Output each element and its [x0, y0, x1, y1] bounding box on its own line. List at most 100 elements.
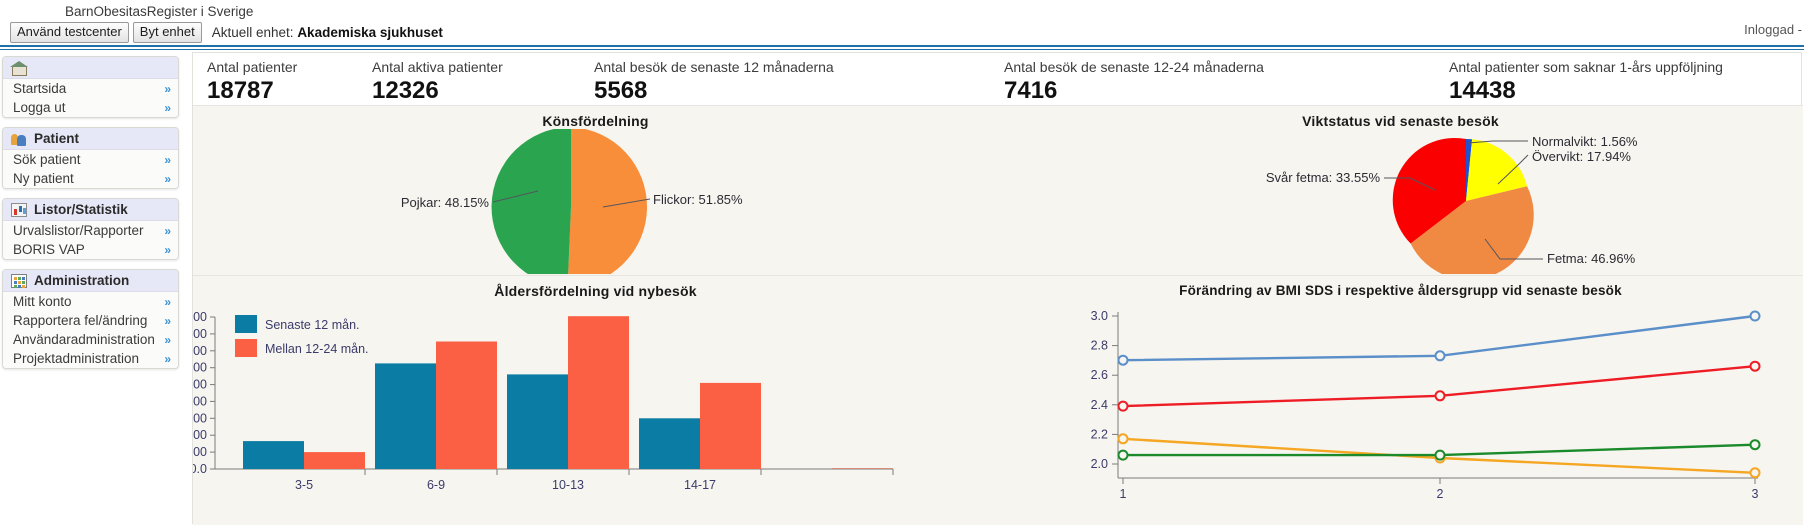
kpi-value: 18787 [207, 77, 274, 104]
pie-label-fetma: Fetma: 46.96% [1547, 251, 1636, 266]
sidebar-group-administration: Administration Mitt konto » Rapportera f… [2, 269, 179, 369]
current-unit-name: Akademiska sjukhuset [297, 25, 443, 40]
bar-ytick: 100 [193, 445, 207, 459]
age-chart-title: Åldersfördelning vid nybesök [494, 283, 697, 299]
bar-ytick: 0.0 [193, 462, 207, 476]
sidebar-item-ny-patient[interactable]: Ny patient » [3, 169, 178, 188]
sidebar-item-urvalslistor-rapporter[interactable]: Urvalslistor/Rapporter » [3, 221, 178, 240]
line-xtick: 3 [1752, 487, 1759, 501]
kpi-label: Antal besök de senaste 12 månaderna [594, 59, 834, 75]
bar-xtick: 6-9 [427, 478, 445, 492]
sidebar-item-boris-vap[interactable]: BORIS VAP » [3, 240, 178, 259]
line-xtick: 1 [1120, 487, 1127, 501]
legend-label-mellan-12-24: Mellan 12-24 mån. [265, 342, 369, 356]
chevron-right-icon: » [164, 152, 171, 167]
bmi-sds-panel: Förändring av BMI SDS i respektive ålder… [998, 275, 1803, 525]
legend-swatch-mellan-12-24 [235, 339, 257, 357]
sidebar-item-projektadministration[interactable]: Projektadministration » [3, 349, 178, 368]
sidebar-item-label: BORIS VAP [13, 242, 85, 257]
chevron-right-icon: » [164, 332, 171, 347]
sidebar-item-sok-patient[interactable]: Sök patient » [3, 150, 178, 169]
line-ytick: 2.0 [1091, 457, 1108, 471]
sidebar-item-label: Sök patient [13, 152, 81, 167]
pie-label-pojkar: Pojkar: 48.15% [401, 195, 490, 210]
kpi-label: Antal patienter [207, 59, 298, 75]
current-unit-prefix: Aktuell enhet: [211, 25, 294, 40]
sidebar-group-statistik-header: Listor/Statistik [3, 199, 178, 221]
kpi-value: 12326 [372, 77, 439, 104]
header-divider [0, 45, 1804, 50]
line-xtick: 2 [1437, 487, 1444, 501]
pie-label-overvikt-text: Övervikt: 17.94% [1532, 149, 1631, 164]
patient-icon [11, 132, 27, 146]
weight-status-panel: Viktstatus vid senaste besök Normalvikt:… [998, 105, 1803, 275]
kpi-antal-patienter: Antal patienter 18787 [193, 59, 358, 105]
bar-legend: Senaste 12 mån. Mellan 12-24 mån. [235, 315, 369, 357]
pie-label-flickor-text: Flickor: 51.85% [653, 192, 743, 207]
sidebar-item-label: Rapportera fel/ändring [13, 313, 148, 328]
sidebar-item-label: Urvalslistor/Rapporter [13, 223, 144, 238]
change-unit-button[interactable]: Byt enhet [132, 22, 202, 43]
bar-mellan-extra [832, 468, 893, 469]
line-series-blue [1117, 310, 1761, 366]
line-series-green [1117, 439, 1761, 461]
bar-mellan-3-5 [304, 452, 365, 469]
pie-label-overvikt: Övervikt: 17.94% [1532, 149, 1631, 164]
pie-slice-pojkar [491, 129, 571, 274]
sidebar-item-rapportera-fel[interactable]: Rapportera fel/ändring » [3, 311, 178, 330]
gender-distribution-panel: Könsfördelning Pojkar: 48.15% Flickor: 5… [193, 105, 998, 275]
bar-group-3-5: 3-5 [243, 441, 366, 492]
sidebar-item-anvandaradministration[interactable]: Användaradministration » [3, 330, 178, 349]
chevron-right-icon: » [164, 294, 171, 309]
current-unit: Aktuell enhet: Akademiska sjukhuset [212, 25, 443, 40]
pie-label-fetma-text: Fetma: 46.96% [1547, 251, 1636, 266]
sidebar-item-label: Mitt konto [13, 294, 72, 309]
pie-label-normalvikt: Normalvikt: 1.56% [1532, 134, 1638, 149]
sidebar-group-patient-title: Patient [34, 131, 80, 146]
sidebar-item-startsida[interactable]: Startsida » [3, 79, 178, 98]
kpi-besok-12-manader: Antal besök de senaste 12 månaderna 5568 [580, 59, 990, 105]
bar-senaste-14-17 [639, 418, 700, 469]
weight-status-pie-chart: Normalvikt: 1.56% Övervikt: 17.94% Fetma… [1266, 134, 1638, 274]
kpi-value: 14438 [1449, 77, 1516, 104]
sidebar-item-label: Ny patient [13, 171, 74, 186]
bar-senaste-3-5 [243, 441, 304, 469]
bar-ytick: 800 [193, 327, 207, 341]
logged-in-status: Inloggad - [1744, 22, 1802, 37]
kpi-value: 7416 [1004, 77, 1058, 104]
pie-label-svar-fetma: Svår fetma: 33.55% [1266, 170, 1381, 185]
barchart-icon [11, 202, 27, 217]
bar-ytick: 200 [193, 428, 207, 442]
pie-label-svar-fetma-text: Svår fetma: 33.55% [1266, 170, 1381, 185]
bmi-sds-line-chart: 2.0 2.2 2.4 2.6 2.8 3.0 1 2 3 [1091, 309, 1761, 501]
top-bar: BarnObesitasRegister i Sverige Använd te… [0, 0, 1804, 50]
app-title: BarnObesitasRegister i Sverige [65, 4, 254, 19]
sidebar-item-mitt-konto[interactable]: Mitt konto » [3, 292, 178, 311]
line-series-red [1117, 360, 1761, 412]
bar-xtick: 14-17 [684, 478, 716, 492]
kpi-besok-12-24-manader: Antal besök de senaste 12-24 månaderna 7… [990, 59, 1435, 105]
sidebar-item-logga-ut[interactable]: Logga ut » [3, 98, 178, 117]
kpi-value: 5568 [594, 77, 648, 104]
bar-y-ticks: 0.0 100 200 300 400 500 600 [193, 310, 215, 476]
age-distribution-bar-chart: 0.0 100 200 300 400 500 600 [193, 310, 894, 492]
home-icon [10, 60, 28, 76]
legend-swatch-senaste-12 [235, 315, 257, 333]
chevron-right-icon: » [164, 223, 171, 238]
bar-senaste-6-9 [375, 363, 436, 469]
sidebar-group-patient-header: Patient [3, 128, 178, 150]
sidebar-group-administration-header: Administration [3, 270, 178, 292]
kpi-antal-aktiva-patienter: Antal aktiva patienter 12326 [358, 59, 580, 105]
sidebar: Startsida » Logga ut » Patient Sök patie… [0, 56, 185, 378]
sidebar-item-label: Användaradministration [13, 332, 155, 347]
line-y-ticks: 2.0 2.2 2.4 2.6 2.8 3.0 [1091, 309, 1118, 471]
sidebar-item-label: Projektadministration [13, 351, 140, 366]
sidebar-group-statistik: Listor/Statistik Urvalslistor/Rapporter … [2, 198, 179, 260]
use-testcenter-button[interactable]: Använd testcenter [10, 22, 129, 43]
grid-icon [11, 273, 27, 288]
sidebar-group-administration-title: Administration [34, 273, 130, 288]
gender-pie-chart: Pojkar: 48.15% Flickor: 51.85% [401, 129, 743, 274]
bar-senaste-10-13 [507, 374, 568, 469]
chevron-right-icon: » [164, 81, 171, 96]
line-ytick: 2.4 [1091, 398, 1108, 412]
